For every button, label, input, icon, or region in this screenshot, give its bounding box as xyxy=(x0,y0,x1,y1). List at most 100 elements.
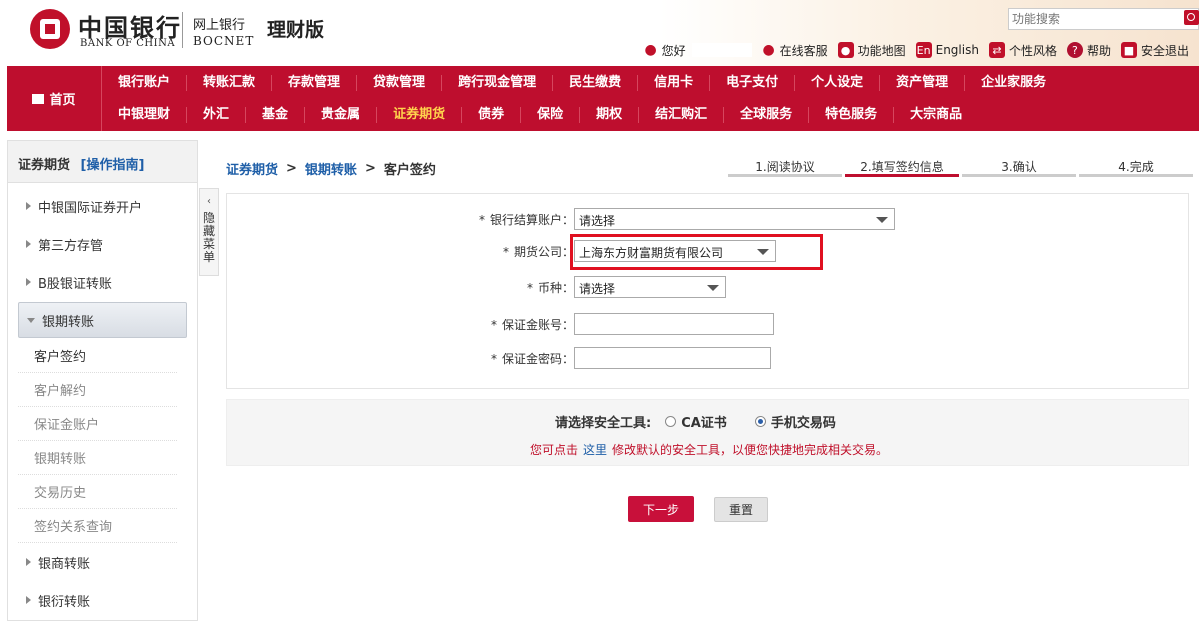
breadcrumb-bank-futures[interactable]: 银期转账 xyxy=(305,159,357,178)
ca-cert-radio[interactable] xyxy=(665,416,677,427)
margin-account-input[interactable] xyxy=(574,313,774,335)
nav-row-2: 中银理财 外汇 基金 贵金属 证券期货 债券 保险 期权 结汇购汇 全球服务 特色服务 大宗商品 xyxy=(102,99,978,131)
nav-item[interactable]: 资产管理 xyxy=(880,75,966,91)
sidebar-item-label[interactable]: 银期转账 xyxy=(42,311,94,330)
function-map-label[interactable]: 功能地图 xyxy=(858,42,906,59)
sidebar-item[interactable]: 银衍转账 xyxy=(18,581,187,619)
nav-item[interactable]: 证券期货 xyxy=(377,107,463,123)
nav-home[interactable]: 首页 xyxy=(7,66,102,131)
sidebar-item-label[interactable]: 银商转账 xyxy=(38,553,90,572)
caret-right-icon xyxy=(26,202,31,210)
english-label[interactable]: English xyxy=(936,43,979,57)
sidebar-subitem[interactable]: 客户签约 xyxy=(18,339,177,373)
nav-item[interactable]: 结汇购汇 xyxy=(639,107,725,123)
online-service-label[interactable]: 在线客服 xyxy=(780,42,828,59)
nav-item[interactable]: 外汇 xyxy=(187,107,247,123)
nav-item[interactable]: 贵金属 xyxy=(305,107,378,123)
step-1: 1.阅读协议 xyxy=(728,157,842,177)
sidebar-subitem[interactable]: 银期转账 xyxy=(18,441,177,475)
nav-item[interactable]: 贷款管理 xyxy=(357,75,443,91)
hide-menu-text: 隐藏菜单 xyxy=(203,212,215,264)
hide-menu-char: 单 xyxy=(202,250,215,264)
sidebar-subitem[interactable]: 客户解约 xyxy=(18,373,177,407)
sidebar-item[interactable]: 第三方存管 xyxy=(18,225,187,263)
masked-username xyxy=(691,43,752,57)
sidebar-subitem[interactable]: 保证金账户 xyxy=(18,407,177,441)
mobile-code-radio[interactable] xyxy=(754,416,766,427)
edition-title: 理财版 xyxy=(267,19,325,41)
futures-company-label: * 期货公司： xyxy=(502,244,574,259)
next-step-button[interactable]: 下一步 xyxy=(628,496,694,522)
nav-item[interactable]: 大宗商品 xyxy=(894,107,978,123)
breadcrumb-separator: > xyxy=(286,161,297,176)
hide-menu-tab[interactable]: ‹ 隐藏菜单 xyxy=(199,188,219,276)
nav-item[interactable]: 个人设定 xyxy=(795,75,881,91)
sidebar-item[interactable]: 银商转账 xyxy=(18,543,187,581)
function-search-input[interactable] xyxy=(1008,8,1199,30)
nav-item[interactable]: 基金 xyxy=(246,107,306,123)
nav-item[interactable]: 跨行现金管理 xyxy=(442,75,554,91)
lock-icon: ■ xyxy=(1120,42,1137,58)
nav-item[interactable]: 特色服务 xyxy=(809,107,895,123)
style-link[interactable]: ⇄ 个性风格 xyxy=(988,42,1057,59)
nav-item[interactable]: 转账汇款 xyxy=(187,75,273,91)
nav-item[interactable]: 银行账户 xyxy=(102,75,188,91)
sidebar-item-label[interactable]: 第三方存管 xyxy=(38,235,103,254)
breadcrumb-securities[interactable]: 证券期货 xyxy=(226,159,278,178)
operation-guide-link[interactable]: [操作指南] xyxy=(81,158,145,173)
sidebar-item[interactable]: B股银证转账 xyxy=(18,263,187,301)
security-note-after: 修改默认的安全工具，以便您快捷地完成相关交易。 xyxy=(612,443,889,457)
nav-item[interactable]: 存款管理 xyxy=(272,75,358,91)
home-icon xyxy=(32,93,45,104)
sidebar-item-label[interactable]: B股银证转账 xyxy=(38,273,112,292)
sidebar-item-label[interactable]: 银衍转账 xyxy=(38,591,90,610)
ca-cert-label[interactable]: CA证书 xyxy=(681,412,727,431)
sidebar-item[interactable]: 银期转账 xyxy=(18,302,187,338)
sidebar-item-label[interactable]: 中银国际证券开户 xyxy=(38,197,142,216)
logout-link[interactable]: ■ 安全退出 xyxy=(1120,42,1189,59)
customer-service-icon: ● xyxy=(762,42,775,58)
nav-item[interactable]: 电子支付 xyxy=(710,75,796,91)
online-banking-label: 网上银行 xyxy=(193,18,246,33)
settlement-account-select[interactable]: 请选择 xyxy=(574,208,895,230)
step-4: 4.完成 xyxy=(1079,157,1193,177)
nav-item[interactable]: 企业家服务 xyxy=(965,75,1062,91)
nav-item[interactable]: 期权 xyxy=(580,107,640,123)
logo-divider xyxy=(182,12,183,48)
sidebar-subitem[interactable]: 交易历史 xyxy=(18,475,177,509)
nav-home-label[interactable]: 首页 xyxy=(49,89,75,108)
sidebar-subitem[interactable]: 签约关系查询 xyxy=(18,509,177,543)
security-note: 您可点击 这里 修改默认的安全工具，以便您快捷地完成相关交易。 xyxy=(530,441,888,458)
search-icon[interactable] xyxy=(1184,10,1199,25)
step-3: 3.确认 xyxy=(962,157,1076,177)
settlement-account-value: 请选择 xyxy=(579,214,616,228)
nav-item[interactable]: 民生缴费 xyxy=(553,75,639,91)
bank-logo-icon[interactable] xyxy=(30,9,70,49)
caret-right-icon xyxy=(26,596,31,604)
nav-item[interactable]: 中银理财 xyxy=(102,107,188,123)
help-link[interactable]: ? 帮助 xyxy=(1066,42,1111,59)
dropdown-arrow-icon xyxy=(707,285,719,291)
nav-item[interactable]: 全球服务 xyxy=(724,107,810,123)
margin-account-label: * 保证金账号： xyxy=(490,317,574,332)
nav-item[interactable]: 信用卡 xyxy=(638,75,711,91)
settlement-account-label: * 银行结算账户： xyxy=(478,212,574,227)
sidebar-item[interactable]: 中银国际证券开户 xyxy=(18,187,187,225)
online-service-link[interactable]: ● 在线客服 xyxy=(762,42,828,59)
function-map-link[interactable]: ● 功能地图 xyxy=(837,42,906,59)
security-change-link[interactable]: 这里 xyxy=(583,443,607,457)
nav-item[interactable]: 债券 xyxy=(462,107,522,123)
margin-password-input[interactable] xyxy=(574,347,771,369)
top-links: ● 您好 ● 在线客服 ● 功能地图 En English ⇄ 个性风格 ? 帮… xyxy=(634,40,1189,60)
english-link[interactable]: En English xyxy=(915,42,979,58)
logout-label[interactable]: 安全退出 xyxy=(1141,42,1189,59)
style-label[interactable]: 个性风格 xyxy=(1009,42,1057,59)
help-label[interactable]: 帮助 xyxy=(1087,42,1111,59)
swap-icon: ⇄ xyxy=(988,42,1005,58)
currency-select[interactable]: 请选择 xyxy=(574,276,726,298)
mobile-code-label[interactable]: 手机交易码 xyxy=(771,412,836,431)
reset-button[interactable]: 重置 xyxy=(714,497,768,522)
nav-item[interactable]: 保险 xyxy=(521,107,581,123)
margin-password-row: * 保证金密码： xyxy=(470,347,771,369)
greeting-text: 您好 xyxy=(661,43,686,58)
